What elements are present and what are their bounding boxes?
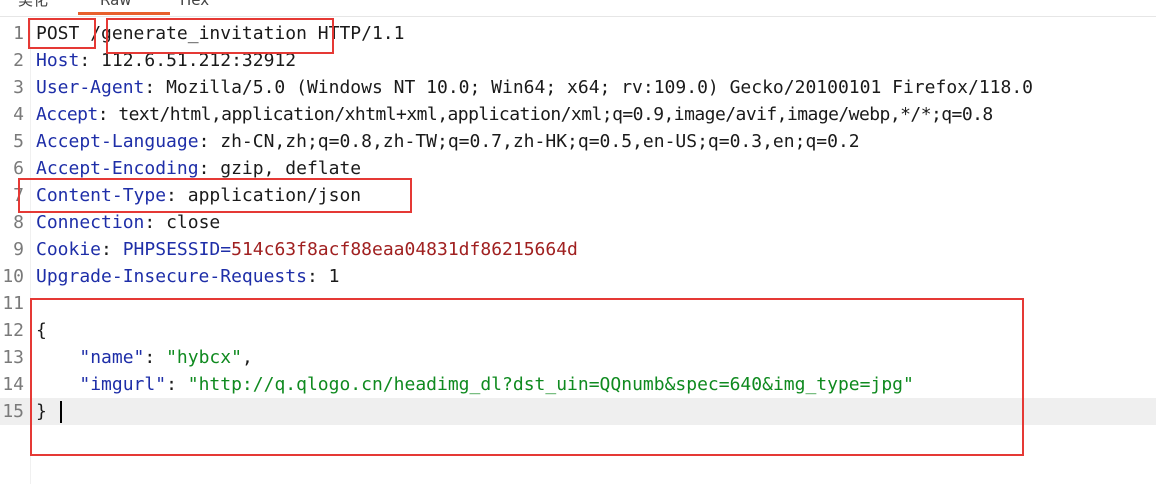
editor-line: 9 Cookie: PHPSESSID=514c63f8acf88eaa0483… (0, 236, 1156, 263)
line-number: 11 (2, 293, 24, 314)
header-key: Upgrade-Insecure-Requests (36, 266, 307, 287)
line-number: 3 (13, 77, 24, 98)
header-key: User-Agent (36, 77, 145, 98)
highlight-path-box (106, 18, 334, 54)
header-cookie[interactable]: Cookie: PHPSESSID=514c63f8acf88eaa04831d… (36, 236, 578, 263)
editor-line: 8 Connection: close (0, 209, 1156, 236)
cookie-value: 514c63f8acf88eaa04831df86215664d (231, 239, 578, 260)
cookie-name: PHPSESSID (122, 239, 221, 260)
active-tab-indicator (78, 12, 170, 15)
header-user-agent[interactable]: User-Agent: Mozilla/5.0 (Windows NT 10.0… (36, 74, 1033, 101)
highlight-content-type-box (18, 178, 412, 213)
line-number: 4 (13, 104, 24, 125)
line-number: 10 (2, 266, 24, 287)
editor-line: 5 Accept-Language: zh-CN,zh;q=0.8,zh-TW;… (0, 128, 1156, 155)
header-value: close (166, 212, 221, 233)
header-upgrade-insecure-requests[interactable]: Upgrade-Insecure-Requests: 1 (36, 263, 339, 290)
editor-line: 4 Accept: text/html,application/xhtml+xm… (0, 101, 1156, 128)
header-accept[interactable]: Accept: text/html,application/xhtml+xml,… (36, 101, 993, 128)
line-number: 2 (13, 50, 24, 71)
header-accept-language[interactable]: Accept-Language: zh-CN,zh;q=0.8,zh-TW;q=… (36, 128, 860, 155)
header-key: Accept-Language (36, 131, 199, 152)
header-value: gzip, deflate (220, 158, 362, 179)
tab-hex[interactable]: Hex (180, 0, 209, 10)
header-key: Cookie (36, 239, 102, 260)
line-number: 5 (13, 131, 24, 152)
editor-line: 10 Upgrade-Insecure-Requests: 1 (0, 263, 1156, 290)
highlight-json-body-box (30, 298, 1024, 456)
tab-pretty[interactable]: 美化 (18, 0, 48, 10)
line-number: 15 (2, 401, 24, 422)
line-number: 13 (2, 347, 24, 368)
header-key: Accept (36, 104, 98, 125)
editor-line: 3 User-Agent: Mozilla/5.0 (Windows NT 10… (0, 74, 1156, 101)
line-number: 9 (13, 239, 24, 260)
header-value: 1 (328, 266, 340, 287)
line-number: 12 (2, 320, 24, 341)
header-key: Host (36, 50, 80, 71)
line-number: 14 (2, 374, 24, 395)
tab-raw[interactable]: Raw (100, 0, 132, 10)
header-key: Accept-Encoding (36, 158, 199, 179)
view-tabs: 美化 Raw Hex (0, 0, 1156, 17)
header-value: zh-CN,zh;q=0.8,zh-TW;q=0.7,zh-HK;q=0.5,e… (220, 131, 860, 152)
header-value: text/html,application/xhtml+xml,applicat… (118, 104, 993, 125)
line-number: 8 (13, 212, 24, 233)
header-connection[interactable]: Connection: close (36, 209, 220, 236)
highlight-method-box (28, 18, 96, 49)
header-key: Connection (36, 212, 145, 233)
line-number: 1 (13, 23, 24, 44)
header-value: Mozilla/5.0 (Windows NT 10.0; Win64; x64… (166, 77, 1034, 98)
